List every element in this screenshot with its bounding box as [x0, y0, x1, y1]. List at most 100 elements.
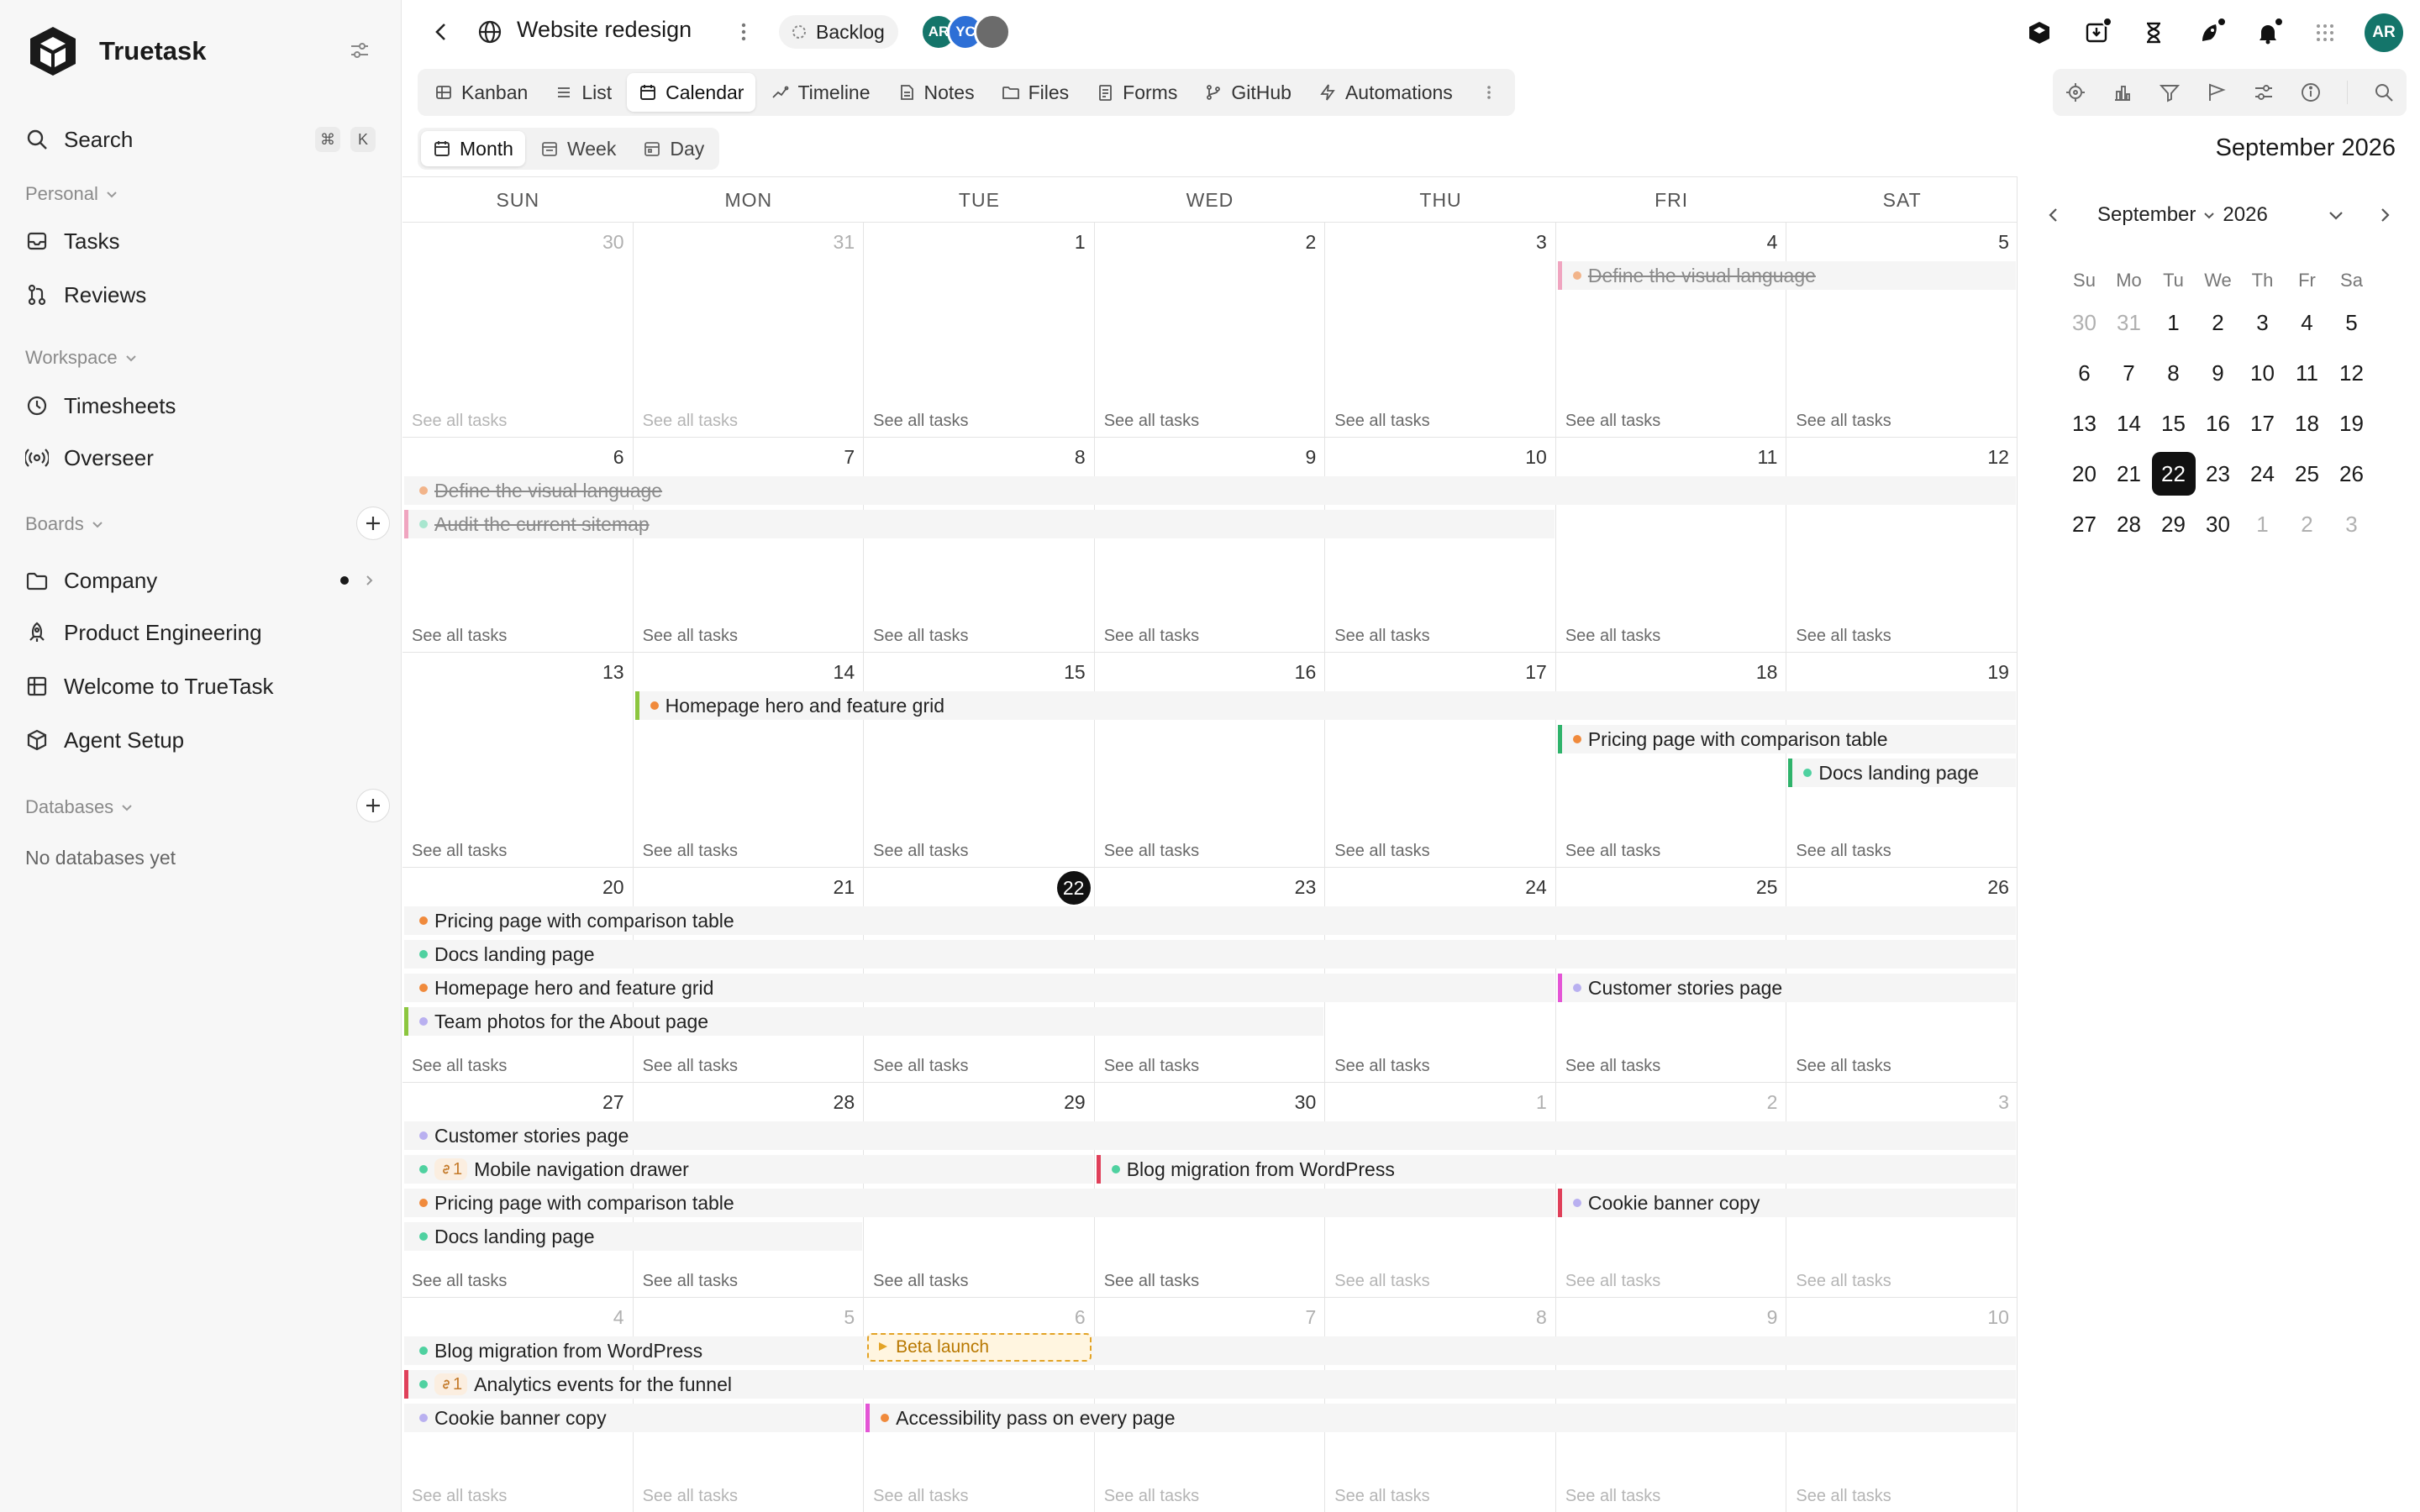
- mini-day[interactable]: 29: [2151, 499, 2196, 549]
- see-all-tasks-link[interactable]: See all tasks: [412, 412, 507, 431]
- task-event[interactable]: Team photos for the About page: [404, 1007, 1324, 1036]
- calendar-day-cell[interactable]: 12 See all tasks: [1786, 438, 2018, 653]
- see-all-tasks-link[interactable]: See all tasks: [1565, 627, 1660, 646]
- mini-day[interactable]: 2: [2196, 297, 2240, 348]
- see-all-tasks-link[interactable]: See all tasks: [1796, 1272, 1891, 1291]
- mini-day[interactable]: 15: [2151, 398, 2196, 449]
- calendar-day-cell[interactable]: 2 See all tasks: [1095, 223, 1326, 438]
- task-event[interactable]: Pricing page with comparison table: [1557, 725, 2016, 753]
- task-event[interactable]: Blog migration from WordPress: [404, 1336, 2016, 1365]
- mini-day[interactable]: 3: [2240, 297, 2285, 348]
- mini-day[interactable]: 18: [2285, 398, 2329, 449]
- tab-timeline[interactable]: Timeline: [759, 73, 881, 112]
- task-event[interactable]: Customer stories page: [404, 1121, 2016, 1150]
- see-all-tasks-link[interactable]: See all tasks: [873, 1272, 968, 1291]
- see-all-tasks-link[interactable]: See all tasks: [643, 627, 738, 646]
- calendar-day-cell[interactable]: 30 See all tasks: [402, 223, 634, 438]
- package-icon[interactable]: [2022, 15, 2057, 50]
- see-all-tasks-link[interactable]: See all tasks: [1796, 1487, 1891, 1506]
- user-avatar[interactable]: AR: [2365, 13, 2403, 52]
- see-all-tasks-link[interactable]: See all tasks: [1565, 1057, 1660, 1076]
- sidebar-item-agent-setup[interactable]: Agent Setup: [25, 722, 376, 759]
- task-event[interactable]: Pricing page with comparison table: [404, 1189, 1555, 1217]
- range-day[interactable]: Day: [631, 131, 716, 166]
- tab-notes[interactable]: Notes: [886, 73, 986, 112]
- tab-github[interactable]: GitHub: [1192, 73, 1303, 112]
- mini-day[interactable]: 2: [2285, 499, 2329, 549]
- task-event[interactable]: Pricing page with comparison table: [404, 906, 2016, 935]
- task-event[interactable]: Homepage hero and feature grid: [634, 691, 2016, 720]
- see-all-tasks-link[interactable]: See all tasks: [1334, 1272, 1429, 1291]
- calendar-day-cell[interactable]: 17 See all tasks: [1325, 653, 1556, 868]
- task-event[interactable]: Audit the current sitemap: [404, 510, 1555, 538]
- mini-day[interactable]: 21: [2107, 449, 2151, 499]
- task-event[interactable]: Docs landing page: [404, 940, 2016, 969]
- sidebar-item-reviews[interactable]: Reviews: [25, 276, 376, 313]
- see-all-tasks-link[interactable]: See all tasks: [643, 1272, 738, 1291]
- milestone-event[interactable]: Beta launch: [867, 1333, 1092, 1362]
- tab-files[interactable]: Files: [990, 73, 1081, 112]
- calendar-day-cell[interactable]: 31 See all tasks: [634, 223, 865, 438]
- mini-day[interactable]: 23: [2196, 449, 2240, 499]
- range-month[interactable]: Month: [421, 131, 525, 166]
- chevron-left-icon[interactable]: [2044, 205, 2064, 225]
- see-all-tasks-link[interactable]: See all tasks: [1334, 1057, 1429, 1076]
- sidebar-item-welcome[interactable]: Welcome to TrueTask: [25, 668, 376, 705]
- mini-day[interactable]: 13: [2062, 398, 2107, 449]
- see-all-tasks-link[interactable]: See all tasks: [873, 842, 968, 861]
- calendar-day-cell[interactable]: 5 See all tasks: [1786, 223, 2018, 438]
- task-event[interactable]: Cookie banner copy: [1557, 1189, 2016, 1217]
- sidebar-item-timesheets[interactable]: Timesheets: [25, 387, 376, 424]
- see-all-tasks-link[interactable]: See all tasks: [873, 412, 968, 431]
- mini-month-select[interactable]: September 2026: [2097, 203, 2268, 227]
- task-event[interactable]: Cookie banner copy: [404, 1404, 863, 1432]
- mini-day[interactable]: 14: [2107, 398, 2151, 449]
- chevron-right-icon[interactable]: [362, 574, 376, 587]
- inbox-download-icon[interactable]: [2079, 15, 2114, 50]
- mini-day[interactable]: 25: [2285, 449, 2329, 499]
- mini-day[interactable]: 1: [2240, 499, 2285, 549]
- bar-chart-icon[interactable]: [2112, 81, 2133, 103]
- mini-day[interactable]: 4: [2285, 297, 2329, 348]
- see-all-tasks-link[interactable]: See all tasks: [873, 1057, 968, 1076]
- sidebar-item-company[interactable]: Company: [25, 562, 376, 599]
- calendar-day-cell[interactable]: 18 See all tasks: [1556, 653, 1787, 868]
- mini-day[interactable]: 30: [2062, 297, 2107, 348]
- mini-day[interactable]: 7: [2107, 348, 2151, 398]
- see-all-tasks-link[interactable]: See all tasks: [1104, 842, 1199, 861]
- see-all-tasks-link[interactable]: See all tasks: [873, 1487, 968, 1506]
- chevron-down-icon[interactable]: [2326, 205, 2346, 225]
- calendar-day-cell[interactable]: 14 See all tasks: [634, 653, 865, 868]
- see-all-tasks-link[interactable]: See all tasks: [1565, 842, 1660, 861]
- see-all-tasks-link[interactable]: See all tasks: [1334, 842, 1429, 861]
- see-all-tasks-link[interactable]: See all tasks: [1104, 627, 1199, 646]
- target-icon[interactable]: [2065, 81, 2086, 103]
- task-event[interactable]: 1 Analytics events for the funnel: [404, 1370, 2016, 1399]
- see-all-tasks-link[interactable]: See all tasks: [643, 842, 738, 861]
- task-event[interactable]: Blog migration from WordPress: [1096, 1155, 2016, 1184]
- mini-day[interactable]: 20: [2062, 449, 2107, 499]
- mini-day[interactable]: 8: [2151, 348, 2196, 398]
- add-database-button[interactable]: [356, 789, 390, 822]
- see-all-tasks-link[interactable]: See all tasks: [412, 842, 507, 861]
- mini-day[interactable]: 28: [2107, 499, 2151, 549]
- tab-list[interactable]: List: [543, 73, 623, 112]
- mini-day[interactable]: 5: [2329, 297, 2374, 348]
- brand[interactable]: Truetask: [27, 25, 207, 77]
- calendar-day-cell[interactable]: 4 See all tasks: [1556, 223, 1787, 438]
- sidebar-settings-icon[interactable]: [348, 39, 371, 62]
- back-arrow-icon[interactable]: [428, 18, 455, 45]
- see-all-tasks-link[interactable]: See all tasks: [1796, 842, 1891, 861]
- mini-day[interactable]: 9: [2196, 348, 2240, 398]
- tab-automations[interactable]: Automations: [1307, 73, 1465, 112]
- see-all-tasks-link[interactable]: See all tasks: [1796, 1057, 1891, 1076]
- section-workspace[interactable]: Workspace: [25, 347, 138, 369]
- info-icon[interactable]: [2300, 81, 2322, 103]
- see-all-tasks-link[interactable]: See all tasks: [412, 1272, 507, 1291]
- search-icon[interactable]: [2373, 81, 2395, 103]
- more-views-button[interactable]: [1468, 73, 1510, 112]
- see-all-tasks-link[interactable]: See all tasks: [643, 412, 738, 431]
- mini-day[interactable]: 1: [2151, 297, 2196, 348]
- calendar-day-cell[interactable]: 7 See all tasks: [634, 438, 865, 653]
- member-avatar[interactable]: [974, 13, 1011, 50]
